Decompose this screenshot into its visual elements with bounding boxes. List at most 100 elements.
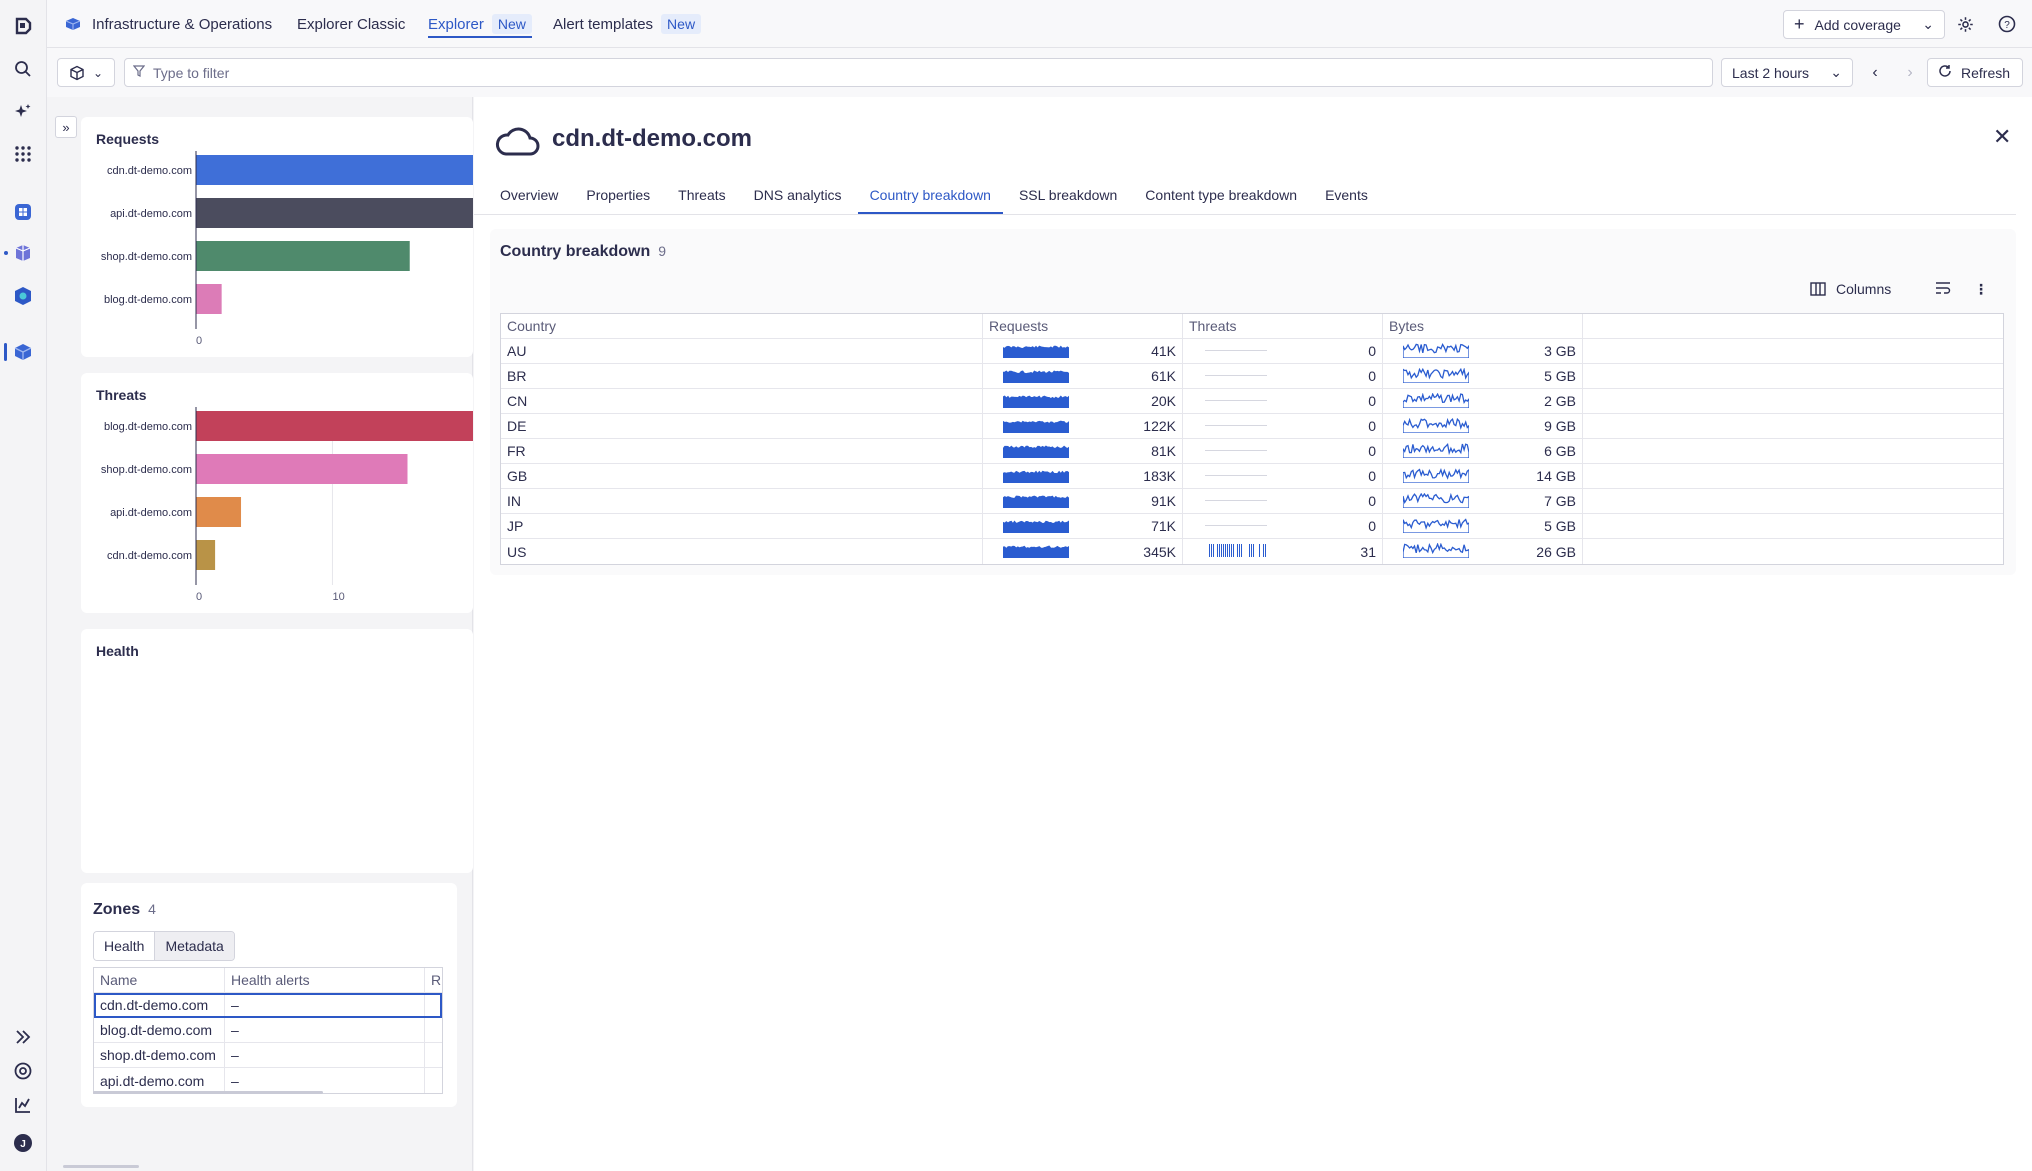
close-panel-button[interactable]: ✕ bbox=[1993, 124, 2011, 150]
bytes-value: 14 GB bbox=[1536, 468, 1576, 484]
requests-value: 345K bbox=[1143, 543, 1176, 560]
column-header-requests[interactable]: Requests bbox=[983, 314, 1183, 338]
segment-health[interactable]: Health bbox=[94, 932, 156, 960]
double-chevron-right-icon: » bbox=[62, 119, 70, 135]
columns-icon bbox=[1810, 282, 1826, 296]
table-row[interactable]: AU 41K 0 3 GB bbox=[501, 339, 2003, 364]
bar-shop-dt-demo-com[interactable] bbox=[196, 454, 408, 484]
dynatrace-logo-icon[interactable] bbox=[10, 13, 36, 39]
more-options-button[interactable]: ⋮ bbox=[1974, 281, 1988, 298]
bar-cdn-dt-demo-com[interactable] bbox=[196, 155, 473, 185]
settings-gear-icon[interactable] bbox=[1954, 13, 1976, 35]
table-row[interactable]: IN 91K 0 7 GB bbox=[501, 489, 2003, 514]
country-code: GB bbox=[501, 464, 983, 488]
expand-rail-icon[interactable] bbox=[10, 1024, 36, 1050]
column-header-threats[interactable]: Threats bbox=[1183, 314, 1383, 338]
threats-cell: 0 bbox=[1183, 389, 1383, 413]
add-coverage-button[interactable]: + Add coverage ⌄ bbox=[1783, 10, 1945, 39]
table-row[interactable]: GB 183K 0 14 GB bbox=[501, 464, 2003, 489]
expand-panel-button[interactable]: » bbox=[55, 116, 77, 138]
table-row[interactable]: JP 71K 0 5 GB bbox=[501, 514, 2003, 539]
search-icon[interactable] bbox=[10, 56, 36, 82]
infra-ops-app-icon[interactable] bbox=[10, 339, 36, 365]
tab-content-type-breakdown[interactable]: Content type breakdown bbox=[1145, 177, 1297, 212]
sparkline-bar bbox=[1263, 544, 1264, 557]
table-row[interactable]: FR 81K 0 6 GB bbox=[501, 439, 2003, 464]
previous-timeframe-button[interactable]: ‹ bbox=[1860, 58, 1890, 87]
bytes-cell: 6 GB bbox=[1383, 439, 1583, 463]
column-header-bytes[interactable]: Bytes bbox=[1383, 314, 1583, 338]
tab-explorer[interactable]: Explorer New bbox=[428, 0, 532, 48]
bytes-cell: 26 GB bbox=[1383, 539, 1583, 564]
table-row[interactable]: shop.dt-demo.com – bbox=[94, 1043, 442, 1068]
bytes-sparkline bbox=[1403, 493, 1469, 508]
help-lifebuoy-icon[interactable] bbox=[10, 1058, 36, 1084]
table-row[interactable]: blog.dt-demo.com – bbox=[94, 1018, 442, 1043]
tab-events[interactable]: Events bbox=[1325, 177, 1368, 212]
table-row[interactable]: US 345K 31 26 GB bbox=[501, 539, 2003, 564]
detail-tabs: Overview Properties Threats DNS analytic… bbox=[500, 177, 1396, 214]
tab-dns-analytics[interactable]: DNS analytics bbox=[754, 177, 842, 212]
threats-value: 0 bbox=[1368, 368, 1376, 384]
bar-blog-dt-demo-com[interactable] bbox=[196, 411, 473, 441]
sparkline-area bbox=[1003, 345, 1069, 358]
bar-cdn-dt-demo-com[interactable] bbox=[196, 540, 216, 570]
empty-cell bbox=[1583, 439, 2003, 463]
requests-bar-chart[interactable]: 02Kcdn.dt-demo.comapi.dt-demo.comshop.dt… bbox=[81, 117, 473, 357]
column-header-truncated[interactable]: R bbox=[425, 968, 442, 992]
empty-cell bbox=[1583, 464, 2003, 488]
table-row[interactable]: DE 122K 0 9 GB bbox=[501, 414, 2003, 439]
table-row[interactable]: BR 61K 0 5 GB bbox=[501, 364, 2003, 389]
horizontal-scrollbar[interactable] bbox=[93, 1091, 323, 1094]
zones-table-header: Name Health alerts R bbox=[94, 968, 442, 993]
tab-threats[interactable]: Threats bbox=[678, 177, 725, 212]
bytes-sparkline bbox=[1403, 443, 1469, 458]
zone-health-alerts: – bbox=[225, 1018, 425, 1042]
bytes-cell: 7 GB bbox=[1383, 489, 1583, 513]
help-icon[interactable]: ? bbox=[1996, 13, 2018, 35]
tab-country-breakdown[interactable]: Country breakdown bbox=[857, 177, 1004, 214]
tab-properties[interactable]: Properties bbox=[586, 177, 650, 212]
threats-value: 31 bbox=[1360, 543, 1376, 560]
infrastructure-app-icon[interactable] bbox=[10, 240, 36, 266]
panel-scrollbar[interactable] bbox=[63, 1165, 139, 1168]
insights-chart-icon[interactable] bbox=[10, 1092, 36, 1118]
user-avatar-icon[interactable]: J bbox=[10, 1130, 36, 1156]
apps-grid-icon[interactable] bbox=[10, 141, 36, 167]
sparkle-icon[interactable] bbox=[10, 99, 36, 125]
sparkline-bar bbox=[1229, 544, 1230, 557]
bar-blog-dt-demo-com[interactable] bbox=[196, 284, 222, 314]
column-header-name[interactable]: Name bbox=[94, 968, 225, 992]
filter-input[interactable]: Type to filter bbox=[124, 58, 1713, 87]
threats-bar-chart[interactable]: 0 10 blog.dt-demo.com shop.dt-demo.com api.d… bbox=[81, 373, 473, 613]
columns-button[interactable]: Columns bbox=[1810, 281, 1891, 297]
tab-ssl-breakdown[interactable]: SSL breakdown bbox=[1019, 177, 1117, 212]
table-row[interactable]: CN 20K 0 2 GB bbox=[501, 389, 2003, 414]
table-row[interactable]: api.dt-demo.com – bbox=[94, 1068, 442, 1093]
chevron-down-icon: ⌄ bbox=[92, 65, 104, 80]
tab-overview[interactable]: Overview bbox=[500, 177, 558, 212]
dashboard-app-icon[interactable] bbox=[10, 199, 36, 225]
timeframe-selector[interactable]: Last 2 hours ⌄ bbox=[1721, 58, 1853, 87]
segment-metadata[interactable]: Metadata bbox=[155, 932, 234, 960]
next-timeframe-button[interactable]: › bbox=[1895, 58, 1925, 87]
column-header-health-alerts[interactable]: Health alerts bbox=[225, 968, 425, 992]
refresh-button[interactable]: Refresh bbox=[1927, 58, 2023, 87]
bytes-value: 7 GB bbox=[1544, 493, 1576, 509]
kubernetes-app-icon[interactable] bbox=[10, 283, 36, 309]
sparkline-bar bbox=[1231, 544, 1232, 557]
chevron-down-icon: ⌄ bbox=[1922, 16, 1934, 32]
entity-type-selector[interactable]: ⌄ bbox=[57, 58, 115, 87]
timeframe-label: Last 2 hours bbox=[1732, 64, 1810, 81]
bar-api-dt-demo-com[interactable] bbox=[196, 198, 473, 228]
column-header-country[interactable]: Country bbox=[501, 314, 983, 338]
tab-alert-templates[interactable]: Alert templates New bbox=[553, 0, 702, 48]
bar-shop-dt-demo-com[interactable] bbox=[196, 241, 410, 271]
bar-api-dt-demo-com[interactable] bbox=[196, 497, 242, 527]
country-count: 9 bbox=[658, 243, 667, 259]
tab-explorer-classic[interactable]: Explorer Classic bbox=[297, 0, 405, 48]
table-row[interactable]: cdn.dt-demo.com – bbox=[94, 993, 442, 1018]
requests-cell: 20K bbox=[983, 389, 1183, 413]
infra-ops-logo-icon bbox=[65, 18, 81, 30]
row-density-button[interactable] bbox=[1935, 281, 1951, 295]
